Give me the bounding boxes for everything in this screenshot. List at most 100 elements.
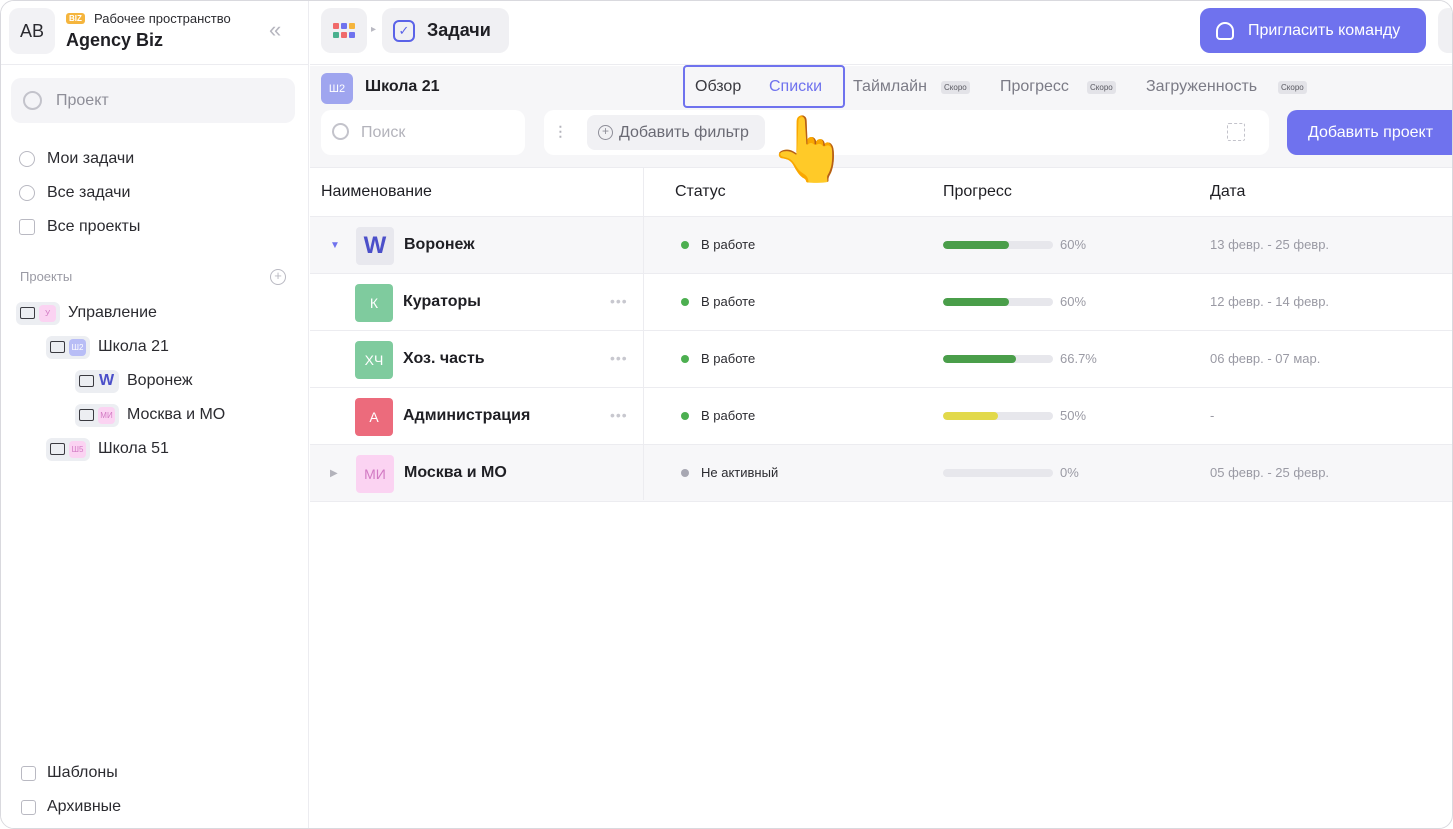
expand-icon[interactable] xyxy=(1227,123,1245,141)
add-filter-button[interactable]: + Добавить фильтр xyxy=(587,115,765,150)
row-name[interactable]: Хоз. часть xyxy=(403,350,485,368)
progress-bar xyxy=(943,298,1053,306)
project-title: Школа 21 xyxy=(365,78,440,95)
tab-progress[interactable]: Прогресс xyxy=(1000,78,1069,96)
date-range[interactable]: 06 февр. - 07 мар. xyxy=(1210,351,1320,366)
status-dot-icon xyxy=(681,468,689,477)
breadcrumb[interactable]: ✓ Задачи xyxy=(382,8,509,53)
breadcrumb-label: Задачи xyxy=(427,20,491,40)
more-button[interactable] xyxy=(1438,8,1452,53)
tab-workload[interactable]: Загруженность xyxy=(1146,78,1257,96)
table-row[interactable]: А Администрация ••• В работе 50% - xyxy=(310,388,1452,445)
tree-item-icons: Ш2 xyxy=(46,335,90,359)
date-range[interactable]: - xyxy=(1210,408,1214,423)
column-divider xyxy=(643,168,644,500)
progress-bar xyxy=(943,241,1053,249)
add-project-icon[interactable]: + xyxy=(270,269,286,285)
date-range[interactable]: 12 февр. - 14 февр. xyxy=(1210,294,1329,309)
workspace-avatar[interactable]: AB xyxy=(9,8,55,54)
check-circle-icon xyxy=(19,185,35,201)
column-header-name[interactable]: Наименование xyxy=(321,183,432,201)
collapse-sidebar-icon[interactable]: « xyxy=(269,19,281,41)
folder-icon xyxy=(20,307,35,319)
tree-item-label: Управление xyxy=(68,304,157,321)
workspace-name[interactable]: Agency Biz xyxy=(66,30,163,51)
top-bar: ▸ ✓ Задачи Пригласить команду xyxy=(310,1,1452,65)
tab-timeline[interactable]: Таймлайн xyxy=(853,78,927,96)
table-row[interactable]: ХЧ Хоз. часть ••• В работе 66.7% 06 февр. - 0… xyxy=(310,331,1452,388)
status-badge[interactable]: В работе xyxy=(681,351,755,366)
nav-label: Шаблоны xyxy=(47,764,118,781)
more-options-icon[interactable]: ••• xyxy=(610,293,628,309)
progress-value: 66.7% xyxy=(1060,351,1097,366)
more-options-icon[interactable]: ••• xyxy=(610,350,628,366)
status-label: В работе xyxy=(701,351,756,366)
row-name[interactable]: Москва и МО xyxy=(404,464,507,482)
status-dot-icon xyxy=(681,411,689,420)
caret-down-icon[interactable]: ▼ xyxy=(330,240,340,251)
tree-item[interactable]: Ш5 Школа 51 xyxy=(46,436,169,462)
progress-value: 60% xyxy=(1060,294,1087,309)
archive-icon xyxy=(21,799,36,815)
progress-value: 0% xyxy=(1060,465,1079,480)
row-name[interactable]: Кураторы xyxy=(403,293,481,311)
task-check-icon: ✓ xyxy=(393,20,415,42)
status-dot-icon xyxy=(681,240,689,249)
sidebar: AB BIZ Рабочее пространство Agency Biz «… xyxy=(1,1,309,828)
project-badge: Ш2 xyxy=(321,73,353,104)
column-header-date[interactable]: Дата xyxy=(1210,183,1245,201)
pointer-hand-icon: 👆 xyxy=(769,113,849,185)
date-range[interactable]: 05 февр. - 25 февр. xyxy=(1210,465,1329,480)
table-row[interactable]: ▼ W Воронеж В работе 60% 13 февр. - 25 февр. xyxy=(310,217,1452,274)
status-badge[interactable]: Не активный xyxy=(681,465,778,480)
table-row[interactable]: К Кураторы ••• В работе 60% 12 февр. - 14 фев… xyxy=(310,274,1452,331)
projects-table: Наименование Статус Прогресс Дата ▼ W Воро… xyxy=(310,168,1452,502)
tree-item-icons: МИ xyxy=(75,403,119,427)
apps-button[interactable] xyxy=(321,8,367,53)
progress-bar-fill xyxy=(943,298,1009,306)
row-name[interactable]: Воронеж xyxy=(404,236,475,254)
nav-all-projects[interactable]: Все проекты xyxy=(19,215,140,239)
status-badge[interactable]: В работе xyxy=(681,408,755,423)
add-project-button[interactable]: Добавить проект xyxy=(1287,110,1452,155)
status-badge[interactable]: В работе xyxy=(681,237,755,252)
status-badge[interactable]: В работе xyxy=(681,294,755,309)
more-options-icon[interactable]: ••• xyxy=(610,407,628,423)
tree-item-icons: У xyxy=(16,301,60,325)
progress-bar-fill xyxy=(943,241,1009,249)
row-avatar: К xyxy=(355,284,393,322)
row-name[interactable]: Администрация xyxy=(403,407,530,425)
workspace-header[interactable]: AB BIZ Рабочее пространство Agency Biz « xyxy=(1,1,309,65)
workspace-label: Рабочее пространство xyxy=(94,11,231,26)
tree-item[interactable]: Ш2 Школа 21 xyxy=(46,334,169,360)
search-icon xyxy=(23,91,42,110)
folder-icon xyxy=(50,443,65,455)
table-row[interactable]: ▶ МИ Москва и МО Не активный 0% 05 февр. - 25… xyxy=(310,445,1452,502)
progress-bar-fill xyxy=(943,412,998,420)
column-header-status[interactable]: Статус xyxy=(675,183,726,201)
tab-overview[interactable]: Обзор xyxy=(695,78,741,96)
nav-all-tasks[interactable]: Все задачи xyxy=(19,181,130,205)
column-header-progress[interactable]: Прогресс xyxy=(943,183,1012,201)
invite-team-button[interactable]: Пригласить команду xyxy=(1200,8,1426,53)
project-toolbar: Ш2 Школа 21 Обзор Списки Таймлайн Скоро … xyxy=(310,65,1452,168)
nav-templates[interactable]: Шаблоны xyxy=(21,762,118,784)
caret-right-icon[interactable]: ▶ xyxy=(330,468,338,479)
task-search-placeholder: Поиск xyxy=(361,124,406,141)
tab-lists[interactable]: Списки xyxy=(769,78,822,96)
tree-item[interactable]: У Управление xyxy=(16,300,157,326)
project-badge: Ш2 xyxy=(69,338,86,356)
check-circle-icon xyxy=(19,151,35,167)
workspace-plan-badge: BIZ xyxy=(66,13,85,24)
project-search-input[interactable]: Проект xyxy=(11,78,295,123)
tree-item-icons: W xyxy=(75,369,119,393)
nav-label: Архивные xyxy=(47,798,122,815)
tree-item[interactable]: МИ Москва и МО xyxy=(75,402,225,428)
nav-my-tasks[interactable]: Мои задачи xyxy=(19,147,134,171)
project-badge: МИ xyxy=(98,406,115,424)
sliders-icon[interactable]: ⫶ xyxy=(558,123,563,144)
task-search-input[interactable]: Поиск xyxy=(321,110,525,155)
date-range[interactable]: 13 февр. - 25 февр. xyxy=(1210,237,1329,252)
nav-archive[interactable]: Архивные xyxy=(21,796,121,818)
tree-item[interactable]: W Воронеж xyxy=(75,368,193,394)
